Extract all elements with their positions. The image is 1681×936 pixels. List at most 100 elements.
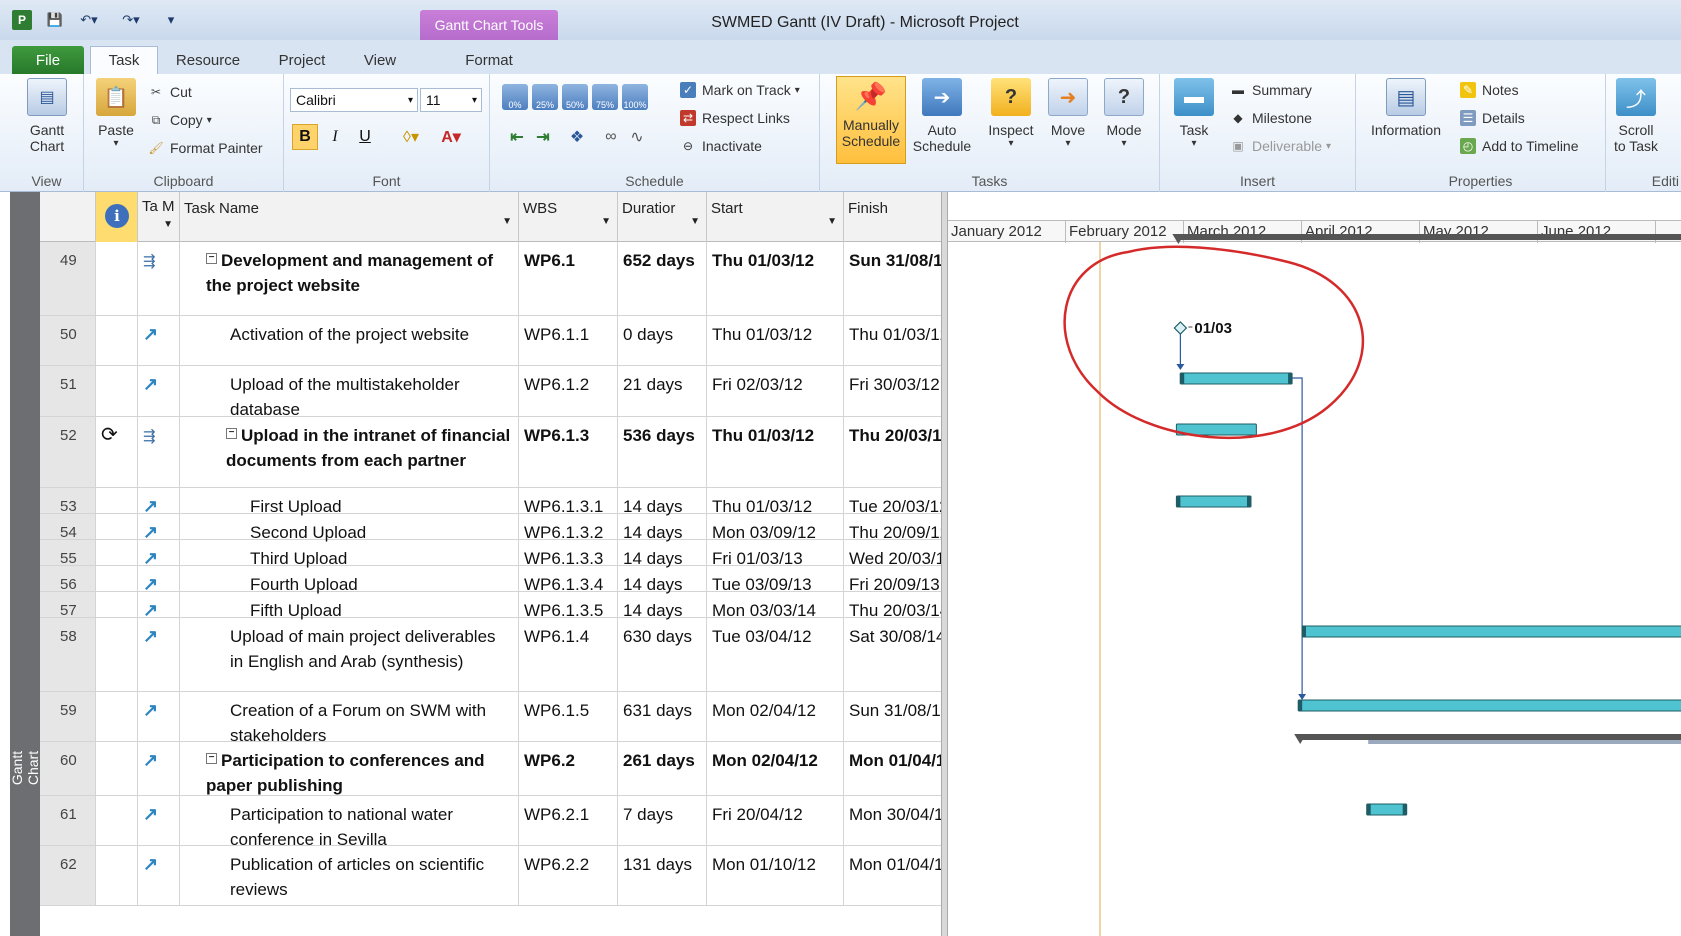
- row-id[interactable]: 54: [40, 514, 96, 541]
- tab-file[interactable]: File: [12, 46, 84, 74]
- wbs-cell[interactable]: WP6.2.1: [519, 796, 618, 845]
- scroll-to-task-button[interactable]: ⤴ Scroll to Task: [1606, 78, 1666, 154]
- font-color-icon[interactable]: A▾: [434, 124, 468, 150]
- task-mode-cell[interactable]: ↗: [138, 742, 180, 795]
- task-mode-cell[interactable]: ↗: [138, 692, 180, 741]
- bold-button[interactable]: B: [292, 124, 318, 150]
- table-row[interactable]: 57 ↗ Fifth Upload WP6.1.3.5 14 days Mon 03/03…: [40, 592, 941, 620]
- font-size-select[interactable]: 11 ▾: [420, 88, 482, 112]
- notes-button[interactable]: ✎ Notes: [1460, 78, 1519, 102]
- finish-cell[interactable]: Thu 20/03/14: [844, 417, 941, 487]
- column-header-finish[interactable]: Finish ▼: [844, 192, 941, 242]
- percent-25-button[interactable]: 25%: [532, 84, 558, 110]
- percent-50-button[interactable]: 50%: [562, 84, 588, 110]
- collapse-icon[interactable]: −: [206, 753, 217, 764]
- wbs-cell[interactable]: WP6.1.3.1: [519, 488, 618, 516]
- task-bar-end-bracket[interactable]: [1402, 804, 1407, 815]
- start-cell[interactable]: Thu 01/03/12: [707, 488, 844, 516]
- wbs-cell[interactable]: WP6.1: [519, 242, 618, 315]
- row-id[interactable]: 49: [40, 242, 96, 315]
- underline-button[interactable]: U: [352, 124, 378, 150]
- task-mode-cell[interactable]: ↗: [138, 514, 180, 542]
- move-button[interactable]: ➜ Move ▾: [1040, 78, 1096, 149]
- finish-cell[interactable]: Wed 20/03/13: [844, 540, 941, 568]
- start-cell[interactable]: Mon 02/04/12: [707, 692, 844, 741]
- tab-format[interactable]: Format: [440, 46, 538, 74]
- chevron-down-icon[interactable]: ▼: [690, 216, 700, 227]
- table-row[interactable]: 55 ↗ Third Upload WP6.1.3.3 14 days Fri 01/03…: [40, 540, 941, 568]
- task-mode-cell[interactable]: ↗: [138, 316, 180, 365]
- gantt-chart-button[interactable]: ▤ Gantt Chart: [18, 78, 76, 154]
- column-header-indicators[interactable]: i: [96, 192, 138, 242]
- add-to-timeline-button[interactable]: ◴ Add to Timeline: [1460, 134, 1579, 158]
- chevron-down-icon[interactable]: ▼: [502, 216, 512, 227]
- finish-cell[interactable]: Fri 30/03/12: [844, 366, 941, 416]
- row-id[interactable]: 51: [40, 366, 96, 416]
- deliverable-button[interactable]: ▣ Deliverable ▾: [1230, 134, 1331, 158]
- save-icon[interactable]: 💾: [46, 10, 64, 30]
- summary-bar[interactable]: [1176, 234, 1681, 240]
- wbs-cell[interactable]: WP6.1.3.2: [519, 514, 618, 542]
- start-cell[interactable]: Fri 20/04/12: [707, 796, 844, 845]
- task-name-cell[interactable]: Second Upload: [180, 514, 519, 542]
- duration-cell[interactable]: 14 days: [618, 488, 707, 516]
- task-bar-start-bracket[interactable]: [1176, 496, 1181, 507]
- duration-cell[interactable]: 630 days: [618, 618, 707, 691]
- summary-progress-bar[interactable]: [1368, 740, 1681, 744]
- table-row[interactable]: 51 ↗ Upload of the multistakeholder databa…: [40, 366, 941, 419]
- duration-cell[interactable]: 0 days: [618, 316, 707, 365]
- task-name-cell[interactable]: Activation of the project website: [180, 316, 519, 365]
- task-bar-end-bracket[interactable]: [1288, 373, 1293, 384]
- summary-button[interactable]: ▬ Summary: [1230, 78, 1312, 102]
- mode-button[interactable]: ? Mode ▾: [1096, 78, 1152, 149]
- row-id[interactable]: 57: [40, 592, 96, 619]
- finish-cell[interactable]: Sun 31/08/14: [844, 242, 941, 315]
- tab-task[interactable]: Task: [90, 46, 158, 74]
- inactivate-button[interactable]: ⊖ Inactivate: [680, 134, 762, 158]
- task-bar[interactable]: [1366, 803, 1408, 816]
- auto-schedule-button[interactable]: ➔ Auto Schedule: [908, 78, 976, 154]
- duration-cell[interactable]: 131 days: [618, 846, 707, 905]
- tab-project[interactable]: Project: [268, 46, 336, 74]
- start-cell[interactable]: Thu 01/03/12: [707, 242, 844, 315]
- wbs-cell[interactable]: WP6.1.1: [519, 316, 618, 365]
- wbs-cell[interactable]: WP6.2: [519, 742, 618, 795]
- task-bar-end-bracket[interactable]: [1246, 496, 1251, 507]
- milestone-marker[interactable]: [1173, 321, 1188, 335]
- table-row[interactable]: 53 ↗ First Upload WP6.1.3.1 14 days Thu 01/03…: [40, 488, 941, 516]
- task-name-cell[interactable]: Creation of a Forum on SWM with stakehol…: [180, 692, 519, 745]
- task-mode-cell[interactable]: ↗: [138, 592, 180, 620]
- task-bar[interactable]: [1179, 372, 1293, 385]
- paste-button[interactable]: 📋 Paste ▾: [90, 78, 142, 149]
- task-name-cell[interactable]: Upload of the multistakeholder database: [180, 366, 519, 419]
- duration-cell[interactable]: 14 days: [618, 514, 707, 542]
- start-cell[interactable]: Mon 02/04/12: [707, 742, 844, 795]
- tab-view[interactable]: View: [350, 46, 410, 74]
- format-painter-button[interactable]: 🖌 Format Painter: [148, 136, 262, 160]
- task-mode-cell[interactable]: ⇶: [138, 417, 180, 487]
- start-cell[interactable]: Mon 01/10/12: [707, 846, 844, 905]
- milestone-button[interactable]: ◆ Milestone: [1230, 106, 1312, 130]
- task-name-cell[interactable]: − Participation to conferences and paper …: [180, 742, 519, 795]
- wbs-cell[interactable]: WP6.1.4: [519, 618, 618, 691]
- start-cell[interactable]: Mon 03/03/14: [707, 592, 844, 620]
- table-row[interactable]: 50 ↗ Activation of the project website WP6.…: [40, 316, 941, 366]
- tab-resource[interactable]: Resource: [168, 46, 248, 74]
- link-tasks-icon[interactable]: ∞: [598, 124, 624, 150]
- task-mode-cell[interactable]: ↗: [138, 846, 180, 905]
- finish-cell[interactable]: Thu 20/03/14: [844, 592, 941, 620]
- table-row[interactable]: 54 ↗ Second Upload WP6.1.3.2 14 days Mon 03/0…: [40, 514, 941, 542]
- table-row[interactable]: 59 ↗ Creation of a Forum on SWM with stake…: [40, 692, 941, 745]
- column-header-duration[interactable]: Duratior ▼: [618, 192, 707, 242]
- column-header-task-mode[interactable]: Ta M ▼: [138, 192, 180, 242]
- wbs-cell[interactable]: WP6.1.5: [519, 692, 618, 741]
- background-color-icon[interactable]: ◊▾: [394, 124, 428, 150]
- task-bar[interactable]: [1175, 495, 1252, 508]
- task-name-cell[interactable]: Fifth Upload: [180, 592, 519, 620]
- row-id[interactable]: 55: [40, 540, 96, 567]
- undo-icon[interactable]: ↶▾: [78, 10, 100, 30]
- finish-cell[interactable]: Thu 20/09/12: [844, 514, 941, 542]
- row-id[interactable]: 60: [40, 742, 96, 795]
- finish-cell[interactable]: Sun 31/08/14: [844, 692, 941, 741]
- copy-button[interactable]: ⧉ Copy ▾: [148, 108, 212, 132]
